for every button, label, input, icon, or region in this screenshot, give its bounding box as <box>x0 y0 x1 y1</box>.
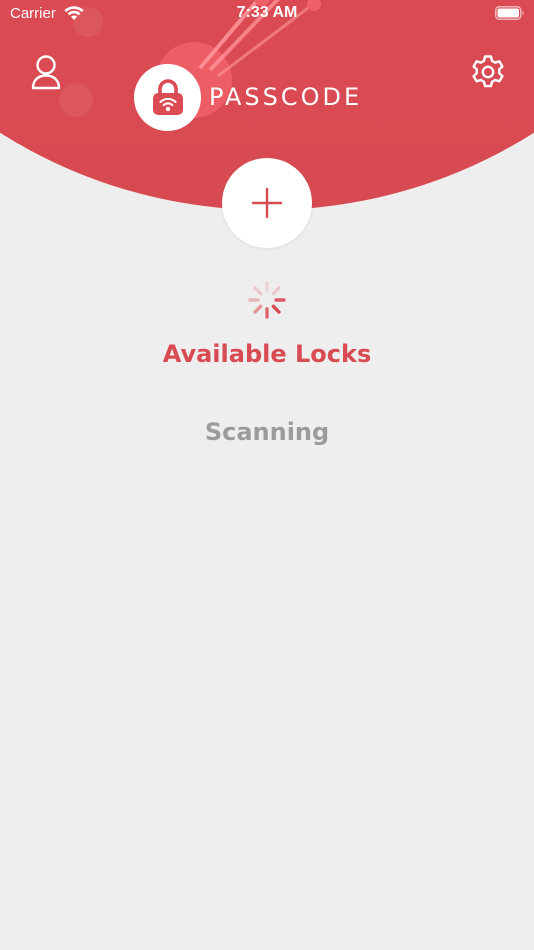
add-lock-button[interactable] <box>222 158 312 248</box>
logo-badge <box>134 63 201 131</box>
plus-icon <box>252 188 282 218</box>
lock-scan-screen: Carrier 7:33 AM PASSCODE Available Locks… <box>0 0 534 950</box>
padlock-wifi-icon <box>152 79 183 115</box>
gear-icon[interactable] <box>470 54 506 90</box>
clock: 7:33 AM <box>236 4 298 21</box>
scan-status: Scanning <box>204 418 330 446</box>
loading-spinner-icon <box>248 281 286 319</box>
battery-icon <box>495 6 524 20</box>
status-bar: Carrier 7:33 AM <box>0 0 534 30</box>
section-title: Available Locks <box>162 340 372 368</box>
logo-wordmark: PASSCODE <box>209 83 363 111</box>
app-logo: PASSCODE <box>134 63 362 131</box>
user-icon[interactable] <box>30 54 62 90</box>
